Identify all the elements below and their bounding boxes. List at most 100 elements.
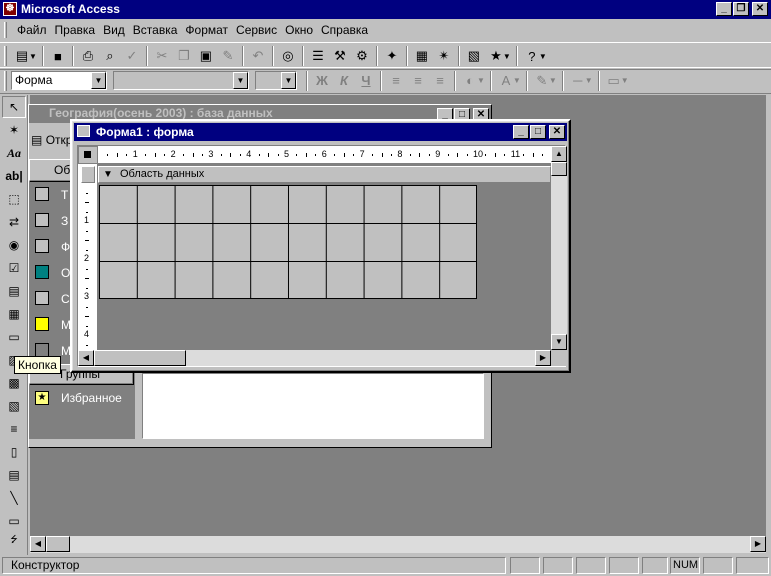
align-center-icon[interactable]: ≡ (407, 70, 429, 92)
scroll-right-icon[interactable]: ▶ (535, 350, 551, 366)
close-button[interactable]: ✕ (752, 2, 768, 16)
autoformat-icon[interactable]: ⚙ (351, 45, 373, 67)
textbox-tool-icon[interactable]: ab| (2, 165, 26, 187)
menu-format[interactable]: Формат (181, 23, 232, 37)
checkbox-icon[interactable]: ☑ (2, 257, 26, 279)
page-break-icon[interactable]: ≡ (2, 418, 26, 440)
form-vertical-scrollbar[interactable]: ▲ ▼ (551, 146, 567, 350)
form-horizontal-scrollbar[interactable]: ◀ ▶ (78, 350, 551, 366)
new-object-dropdown-icon[interactable]: ▼ (503, 52, 511, 61)
scroll-right-icon[interactable]: ▶ (750, 536, 766, 552)
special-effect-dropdown-icon[interactable]: ▼ (621, 76, 629, 85)
subform-icon[interactable]: ▤ (2, 464, 26, 486)
scroll-up-icon[interactable]: ▲ (551, 146, 567, 162)
underline-button[interactable]: Ч (355, 70, 377, 92)
rectangle-tool-icon[interactable]: ▭ (2, 510, 26, 532)
menu-edit[interactable]: Правка (51, 23, 100, 37)
form-icon[interactable] (77, 125, 90, 137)
tab-control-icon[interactable]: ▯ (2, 441, 26, 463)
option-group-icon[interactable]: ⬚ (2, 188, 26, 210)
help-dropdown-icon[interactable]: ▼ (539, 52, 547, 61)
copy-icon[interactable]: ❐ (173, 45, 195, 67)
more-controls-icon[interactable]: ⭍ (2, 533, 26, 547)
toolbox-icon[interactable]: ⚒ (329, 45, 351, 67)
paste-icon[interactable]: ▣ (195, 45, 217, 67)
select-objects-icon[interactable]: ↖ (2, 96, 26, 118)
scroll-corner (551, 350, 567, 366)
section-selector[interactable] (81, 166, 95, 183)
toggle-button-icon[interactable]: ⇄ (2, 211, 26, 233)
ruler-number: 1 (84, 215, 90, 225)
detail-section-bar[interactable]: ▼ Область данных (98, 166, 551, 183)
align-right-icon[interactable]: ≡ (429, 70, 451, 92)
scroll-down-icon[interactable]: ▼ (551, 334, 567, 350)
objects-list[interactable] (142, 373, 484, 439)
undo-icon[interactable]: ↶ (247, 45, 269, 67)
line-width-dropdown-icon[interactable]: ▼ (585, 76, 593, 85)
properties-icon[interactable]: ▦ (411, 45, 433, 67)
font-size-combo[interactable]: ▼ (255, 71, 297, 90)
line-tool-icon[interactable]: ╲ (2, 487, 26, 509)
scroll-thumb[interactable] (94, 350, 186, 366)
restore-button[interactable]: ❐ (733, 2, 749, 16)
form-maximize-button[interactable]: □ (530, 125, 546, 139)
label-tool-icon[interactable]: Aa (2, 142, 26, 164)
fill-color-dropdown-icon[interactable]: ▼ (477, 76, 485, 85)
ruler-tick (485, 154, 487, 156)
option-button-icon[interactable]: ◉ (2, 234, 26, 256)
format-painter-icon[interactable]: ✎ (217, 45, 239, 67)
scroll-thumb[interactable] (551, 162, 567, 176)
save-icon[interactable]: ■ (47, 45, 69, 67)
menu-grip[interactable] (4, 22, 7, 38)
bound-object-icon[interactable]: ▧ (2, 395, 26, 417)
scroll-left-icon[interactable]: ◀ (78, 350, 94, 366)
vertical-ruler[interactable]: 1 2 3 4 (78, 164, 98, 350)
cut-icon[interactable]: ✂ (151, 45, 173, 67)
print-preview-icon[interactable]: ⌕ (99, 45, 121, 67)
db-open-button[interactable]: ▤ Откр (31, 133, 72, 147)
hyperlink-icon[interactable]: ◎ (277, 45, 299, 67)
database-window-icon[interactable]: ▧ (463, 45, 485, 67)
bold-button[interactable]: Ж (311, 70, 333, 92)
menu-tools[interactable]: Сервис (232, 23, 281, 37)
scroll-left-icon[interactable]: ◀ (30, 536, 46, 552)
line-color-dropdown-icon[interactable]: ▼ (549, 76, 557, 85)
print-icon[interactable]: ⎙ (77, 45, 99, 67)
object-combo[interactable]: Форма ▼ (11, 71, 107, 90)
field-list-icon[interactable]: ☰ (307, 45, 329, 67)
control-wizards-icon[interactable]: ✶ (2, 119, 26, 141)
detail-section-grid[interactable] (99, 185, 477, 299)
unbound-object-icon[interactable]: ▩ (2, 372, 26, 394)
chevron-down-icon[interactable]: ▼ (233, 72, 248, 89)
chevron-down-icon[interactable]: ▼ (91, 72, 106, 89)
menu-insert[interactable]: Вставка (129, 23, 182, 37)
list-box-icon[interactable]: ▦ (2, 303, 26, 325)
horizontal-ruler[interactable]: 1 2 3 4 5 6 7 8 9 10 11 (98, 146, 551, 164)
menu-file[interactable]: Файл (13, 23, 51, 37)
main-horizontal-scrollbar[interactable]: ◀ ▶ (30, 536, 766, 553)
chevron-down-icon[interactable]: ▼ (281, 72, 296, 89)
favorites-group[interactable]: ★ Избранное (29, 387, 133, 437)
form-selector[interactable] (78, 146, 98, 164)
form-minimize-button[interactable]: _ (513, 125, 529, 139)
font-color-dropdown-icon[interactable]: ▼ (513, 76, 521, 85)
combo-box-icon[interactable]: ▤ (2, 280, 26, 302)
code-icon[interactable]: ✦ (381, 45, 403, 67)
minimize-button[interactable]: _ (716, 2, 732, 16)
scroll-thumb[interactable] (46, 536, 70, 552)
font-combo[interactable]: ▼ (113, 71, 249, 90)
italic-button[interactable]: К (333, 70, 355, 92)
form-close-button[interactable]: ✕ (549, 125, 565, 139)
spelling-icon[interactable]: ✓ (121, 45, 143, 67)
toolbar-grip[interactable] (4, 46, 7, 66)
menu-view[interactable]: Вид (99, 23, 129, 37)
access-app-icon[interactable]: ☸ (3, 2, 17, 16)
command-button-icon[interactable]: ▭ (2, 326, 26, 348)
view-dropdown-icon[interactable]: ▼ (29, 52, 37, 61)
menu-help[interactable]: Справка (317, 23, 372, 37)
toolbar-grip[interactable] (4, 70, 7, 91)
menu-window[interactable]: Окно (281, 23, 317, 37)
page-icon (35, 291, 49, 305)
align-left-icon[interactable]: ≡ (385, 70, 407, 92)
build-icon[interactable]: ✴ (433, 45, 455, 67)
